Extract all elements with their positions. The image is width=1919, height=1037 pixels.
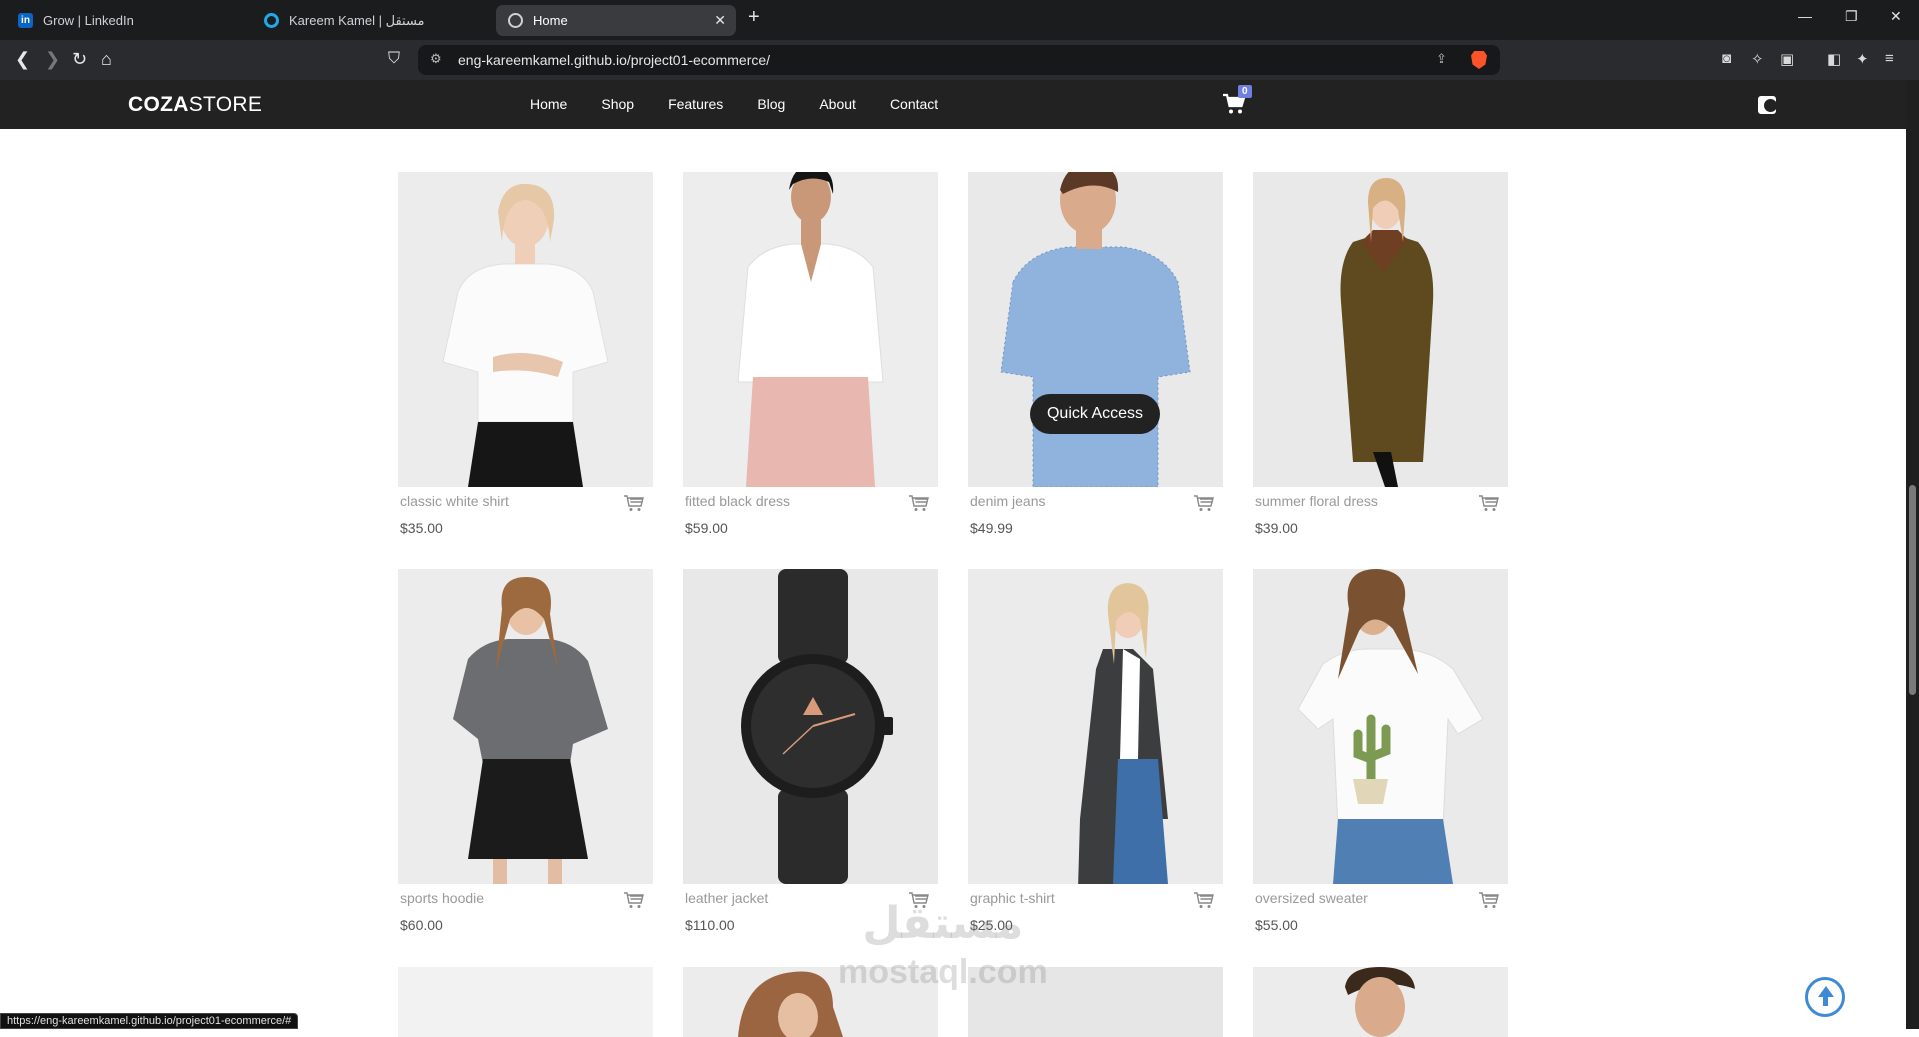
browser-tab-bar: in Grow | LinkedIn Kareem Kamel | مستقل … [0, 0, 1919, 40]
tab-mostaql[interactable]: Kareem Kamel | مستقل [252, 5, 492, 36]
product-price: $49.99 [970, 520, 1013, 536]
product-image[interactable] [968, 569, 1223, 884]
dark-mode-toggle-icon[interactable] [1758, 96, 1776, 114]
back-icon[interactable]: ❮ [15, 49, 30, 69]
product-name[interactable]: summer floral dress [1255, 493, 1378, 509]
product-price: $55.00 [1255, 917, 1298, 933]
product-card[interactable] [398, 967, 653, 1037]
new-tab-button[interactable]: + [748, 6, 760, 29]
product-image[interactable] [683, 569, 938, 884]
product-image[interactable] [1253, 967, 1508, 1037]
sidebar-icon[interactable]: ◧ [1827, 50, 1841, 68]
wallet-icon[interactable]: ▣ [1780, 50, 1794, 68]
add-to-cart-icon[interactable] [1193, 891, 1215, 909]
product-name[interactable]: fitted black dress [685, 493, 790, 509]
minimize-icon[interactable]: — [1798, 8, 1812, 24]
reload-icon[interactable]: ↻ [72, 49, 87, 69]
tab-linkedin[interactable]: in Grow | LinkedIn [6, 5, 246, 36]
tab-title: Kareem Kamel | مستقل [289, 12, 425, 28]
close-window-icon[interactable]: ✕ [1890, 8, 1902, 25]
product-card[interactable]: summer floral dress $39.00 [1253, 172, 1508, 536]
product-image[interactable] [683, 172, 938, 487]
brave-shields-icon[interactable] [1471, 51, 1487, 69]
product-name[interactable]: sports hoodie [400, 890, 484, 906]
product-card[interactable]: oversized sweater $55.00 [1253, 569, 1508, 933]
product-image[interactable] [398, 967, 653, 1037]
product-image[interactable] [1253, 569, 1508, 884]
add-to-cart-icon[interactable] [908, 494, 930, 512]
product-card[interactable] [1253, 967, 1508, 1037]
watermark: مستقل mostaql.com [838, 899, 1048, 992]
menu-home[interactable]: Home [530, 96, 567, 112]
product-name[interactable]: oversized sweater [1255, 890, 1368, 906]
url-text[interactable]: eng-kareemkamel.github.io/project01-ecom… [458, 52, 770, 68]
product-card[interactable]: graphic t-shirt $25.00 [968, 569, 1223, 933]
menu-features[interactable]: Features [668, 96, 723, 112]
product-card[interactable]: sports hoodie $60.00 [398, 569, 653, 933]
product-image[interactable] [1253, 172, 1508, 487]
browser-toolbar: ❮ ❯ ↻ ⌂ ⛉ ⚙ eng-kareemkamel.github.io/pr… [0, 40, 1919, 80]
add-to-cart-icon[interactable] [1193, 494, 1215, 512]
product-card[interactable]: fitted black dress $59.00 [683, 172, 938, 536]
bookmark-icon[interactable]: ⛉ [388, 49, 400, 69]
add-to-cart-icon[interactable] [1478, 891, 1500, 909]
product-price: $59.00 [685, 520, 728, 536]
menu-blog[interactable]: Blog [757, 96, 785, 112]
screenshot-icon[interactable]: ◙ [1722, 50, 1731, 67]
add-to-cart-icon[interactable] [623, 494, 645, 512]
product-image[interactable]: Quick Access [968, 172, 1223, 487]
product-card[interactable]: Quick Access denim jeans $49.99 [968, 172, 1223, 536]
leo-ai-icon[interactable]: ✦ [1856, 50, 1869, 68]
menu-about[interactable]: About [819, 96, 856, 112]
forward-icon[interactable]: ❯ [45, 49, 60, 69]
cart-count-badge: 0 [1238, 85, 1252, 98]
site-header: COZASTORE Home Shop Features Blog About … [0, 80, 1906, 129]
add-to-cart-icon[interactable] [623, 891, 645, 909]
home-icon[interactable]: ⌂ [101, 49, 112, 69]
globe-icon [508, 13, 523, 28]
menu-shop[interactable]: Shop [601, 96, 634, 112]
product-card[interactable]: leather jacket $110.00 [683, 569, 938, 933]
product-price: $39.00 [1255, 520, 1298, 536]
tab-title: Home [533, 13, 568, 28]
main-menu: Home Shop Features Blog About Contact [530, 96, 938, 112]
product-image[interactable] [398, 172, 653, 487]
address-bar[interactable]: ⚙ eng-kareemkamel.github.io/project01-ec… [418, 45, 1500, 75]
product-name[interactable]: leather jacket [685, 890, 768, 906]
product-card[interactable]: classic white shirt $35.00 [398, 172, 653, 536]
scrollbar-thumb[interactable] [1909, 485, 1916, 695]
product-name[interactable]: classic white shirt [400, 493, 509, 509]
product-name[interactable]: denim jeans [970, 493, 1046, 509]
menu-icon[interactable]: ≡ [1885, 50, 1894, 67]
link-status-bar: https://eng-kareemkamel.github.io/projec… [0, 1013, 299, 1029]
menu-contact[interactable]: Contact [890, 96, 938, 112]
site-logo[interactable]: COZASTORE [128, 93, 262, 117]
linkedin-icon: in [18, 13, 33, 28]
product-price: $110.00 [685, 917, 735, 933]
page-scrollbar[interactable] [1906, 80, 1919, 1029]
product-price: $60.00 [400, 917, 443, 933]
product-image[interactable] [398, 569, 653, 884]
share-icon[interactable]: ⇪ [1436, 51, 1447, 67]
tab-title: Grow | LinkedIn [43, 13, 134, 28]
add-to-cart-icon[interactable] [1478, 494, 1500, 512]
restore-icon[interactable]: ❐ [1845, 8, 1858, 25]
quick-access-button[interactable]: Quick Access [1030, 394, 1160, 434]
tab-home[interactable]: Home ✕ [496, 5, 736, 36]
site-info-icon[interactable]: ⚙ [430, 51, 442, 67]
close-tab-icon[interactable]: ✕ [714, 12, 726, 29]
extensions-icon[interactable]: ✧ [1751, 50, 1764, 68]
product-price: $35.00 [400, 520, 443, 536]
scroll-to-top-button[interactable] [1805, 977, 1845, 1017]
mostaql-icon [264, 13, 279, 28]
